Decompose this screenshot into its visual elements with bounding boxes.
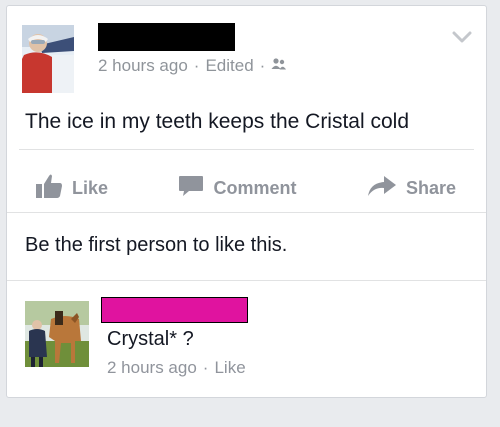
comment-like-link[interactable]: Like: [214, 358, 245, 378]
share-button[interactable]: Share: [367, 175, 456, 202]
post-card: 2 hours ago · Edited · The ice in my tee…: [6, 5, 487, 398]
post-actions: Like Comment Share: [7, 166, 486, 210]
redacted-poster-name: [98, 23, 235, 51]
comment-meta: 2 hours ago · Like: [107, 358, 246, 378]
meta-separator: ·: [193, 56, 200, 75]
share-label: Share: [405, 177, 456, 198]
likes-summary: Be the first person to like this.: [25, 234, 288, 256]
thumbs-up-icon: [35, 173, 72, 204]
chevron-down-icon[interactable]: [452, 30, 472, 44]
divider: [7, 212, 486, 213]
divider: [19, 149, 474, 150]
friends-icon[interactable]: [271, 56, 287, 76]
meta-separator: ·: [259, 56, 266, 75]
comment-label: Comment: [213, 177, 297, 198]
post-timestamp[interactable]: 2 hours ago: [98, 56, 188, 76]
comment-text: Crystal* ?: [107, 328, 194, 350]
share-arrow-icon: [367, 175, 406, 202]
comment-timestamp[interactable]: 2 hours ago: [107, 358, 197, 378]
comment-button[interactable]: Comment: [178, 174, 297, 203]
divider: [7, 280, 486, 281]
like-button[interactable]: Like: [35, 173, 108, 204]
commenter-avatar[interactable]: [25, 301, 89, 367]
like-label: Like: [72, 177, 109, 198]
redacted-commenter-name: [101, 297, 248, 323]
speech-bubble-icon: [178, 174, 213, 203]
poster-avatar[interactable]: [22, 25, 74, 93]
meta-separator: ·: [202, 358, 209, 377]
post-meta: 2 hours ago · Edited ·: [98, 56, 287, 76]
post-text: The ice in my teeth keeps the Cristal co…: [25, 110, 410, 133]
edited-label[interactable]: Edited: [205, 56, 253, 76]
